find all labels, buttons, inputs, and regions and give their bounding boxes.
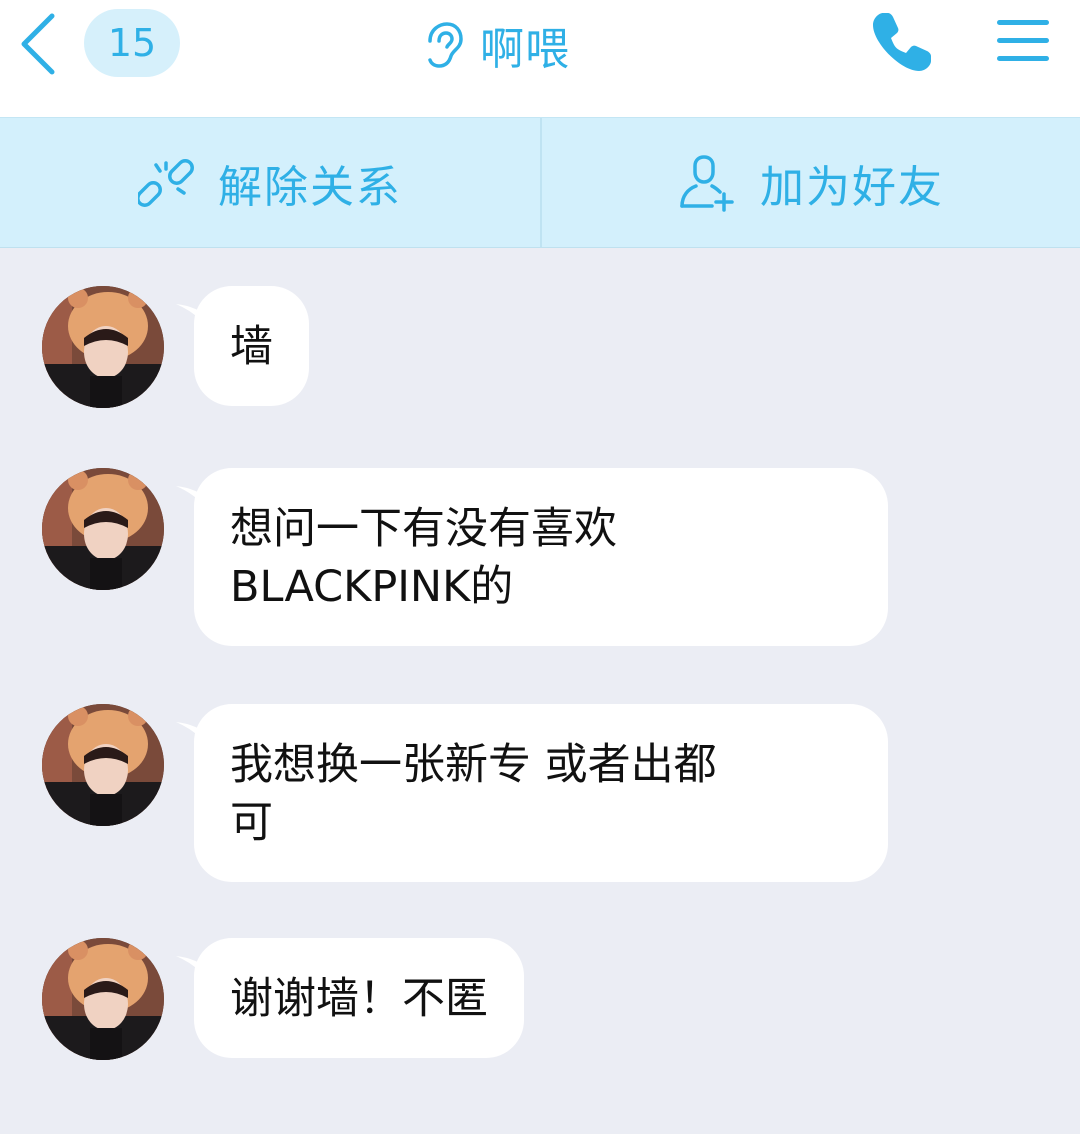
- add-friend-button[interactable]: 加为好友: [540, 118, 1080, 247]
- avatar-image: [42, 938, 164, 1060]
- message-text-line: 我想换一张新专 或者出都: [230, 740, 717, 790]
- chat-title-text: 啊喂: [480, 24, 570, 75]
- message-bubble[interactable]: 想问一下有没有喜欢 BLACKPINK的: [194, 468, 888, 646]
- unread-count-badge[interactable]: 15: [84, 9, 180, 77]
- message-bubble[interactable]: 墙: [194, 286, 309, 406]
- sender-avatar[interactable]: [42, 468, 164, 590]
- sender-avatar[interactable]: [42, 286, 164, 408]
- menu-icon: [997, 20, 1049, 61]
- chat-title[interactable]: 啊喂: [420, 10, 570, 80]
- chevron-left-icon: [21, 13, 55, 75]
- back-button[interactable]: [12, 8, 64, 80]
- message-text-line: 谢谢墙！不匿: [230, 974, 488, 1024]
- sender-avatar[interactable]: [42, 704, 164, 826]
- message-bubble[interactable]: 谢谢墙！不匿: [194, 938, 524, 1058]
- ear-icon: [428, 22, 463, 68]
- avatar-image: [42, 286, 164, 408]
- add-friend-icon: [680, 154, 734, 212]
- message-bubble[interactable]: 我想换一张新专 或者出都 可: [194, 704, 888, 882]
- unlink-relationship-button[interactable]: 解除关系: [0, 118, 540, 247]
- add-friend-label: 加为好友: [760, 161, 944, 213]
- message-text-line: 想问一下有没有喜欢: [230, 504, 617, 554]
- message-text-line: 墙: [230, 322, 273, 372]
- avatar-image: [42, 468, 164, 590]
- relationship-action-bar: 解除关系 加为好友: [0, 117, 1080, 248]
- call-button[interactable]: [866, 6, 938, 78]
- sender-avatar[interactable]: [42, 938, 164, 1060]
- unlink-label: 解除关系: [218, 161, 402, 213]
- phone-icon: [873, 13, 931, 71]
- menu-button[interactable]: [990, 8, 1056, 74]
- unlink-icon: [138, 158, 194, 207]
- avatar-image: [42, 704, 164, 826]
- message-text-line: BLACKPINK的: [230, 562, 514, 612]
- title-bar: 15 啊喂: [0, 0, 1080, 117]
- message-text-line: 可: [230, 798, 273, 848]
